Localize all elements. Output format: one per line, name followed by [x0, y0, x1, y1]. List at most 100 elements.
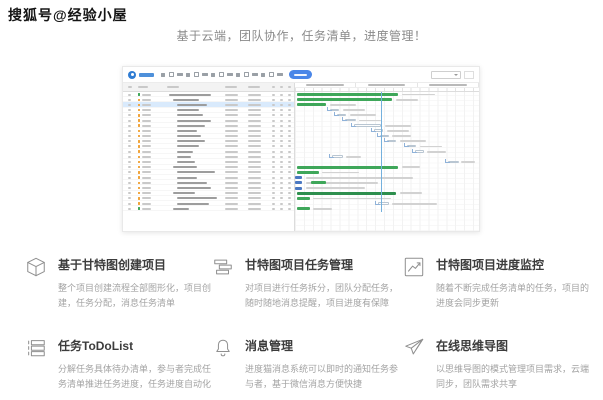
gantt-bar [415, 150, 424, 153]
toolbar-icon [186, 73, 190, 77]
gantt-bar [295, 176, 302, 179]
cube-icon [25, 256, 47, 278]
gantt-bar-label [322, 172, 359, 174]
toolbar-icon [177, 73, 183, 77]
gantt-bar-label [387, 130, 409, 132]
gantt-days-row [295, 87, 479, 92]
toolbar-icon [202, 73, 208, 77]
gantt-bar [332, 155, 343, 158]
feature-title: 消息管理 [245, 337, 389, 354]
gantt-bar-label [400, 192, 422, 194]
toolbar-field [464, 71, 474, 79]
gantt-bar-label [346, 156, 361, 158]
view-select [431, 71, 461, 79]
gantt-bar [297, 197, 310, 200]
gantt-bar-label [396, 99, 418, 101]
gantt-bar [354, 124, 382, 127]
gantt-bar-label [313, 208, 331, 210]
feature-desc: 以思维导图的模式管理项目需求，云端同步，团队需求共享 [436, 362, 589, 392]
toolbar-icons [161, 72, 283, 77]
toolbar-right [431, 71, 474, 79]
toolbar-icon [269, 72, 274, 77]
feature-title: 基于甘特图创建项目 [58, 256, 198, 273]
watermark: 搜狐号@经验小屋 [8, 5, 128, 25]
gantt-bar-label [392, 203, 436, 205]
feature-card-progress-monitor: 甘特图项目进度监控 随着不断完成任务清单的任务，项目的进度会同步更新 [403, 256, 598, 311]
app-toolbar [123, 67, 479, 83]
toolbar-icon [161, 73, 165, 77]
app-content [123, 83, 479, 231]
gantt-timeline-header [295, 83, 479, 92]
feature-title: 任务ToDoList [58, 337, 198, 354]
app-screenshot [122, 66, 480, 232]
gantt-bar-label [402, 166, 420, 168]
gantt-bar-label [313, 198, 390, 200]
toolbar-icon [244, 72, 249, 77]
gantt-bar-label [306, 177, 413, 179]
feature-title: 甘特图项目进度监控 [436, 256, 584, 273]
feature-card-messages: 消息管理 进度猫消息系统可以即时的通知任务参与者，基于微信消息方便快捷 [212, 337, 403, 392]
gantt-bar [311, 181, 326, 184]
features-grid: 基于甘特图创建项目 整个项目创建流程全部图形化，项目创建，任务分配，消息任务清单… [25, 256, 598, 392]
gantt-bar-label [330, 182, 378, 184]
table-row [123, 206, 294, 211]
feature-desc: 对项目进行任务拆分，团队分配任务，随时随地消息提醒，项目进度有保障 [245, 281, 398, 311]
primary-action-button [289, 70, 312, 79]
gantt-bar [297, 93, 398, 96]
gantt-bar [407, 145, 416, 148]
gantt-bar [297, 98, 393, 101]
gantt-bar-label [420, 146, 442, 148]
toolbar-icon [194, 72, 199, 77]
gantt-bar [387, 140, 396, 143]
toolbar-icon [211, 73, 215, 77]
task-table-panel [123, 83, 295, 231]
gantt-bar [337, 114, 346, 117]
gantt-bar [297, 171, 319, 174]
feature-card-task-management: 甘特图项目任务管理 对项目进行任务拆分，团队分配任务，随时随地消息提醒，项目进度… [212, 256, 403, 311]
feature-desc: 分解任务具体待办清单，参与者完成任务清单推进任务进度，任务进度自动化 [58, 362, 211, 392]
gantt-bar-label [392, 135, 410, 137]
gantt-bars-icon [212, 256, 234, 278]
gantt-bar-label [350, 114, 376, 116]
feature-card-todolist: 任务ToDoList 分解任务具体待办清单，参与者完成任务清单推进任务进度，任务… [25, 337, 212, 392]
gantt-bar [295, 187, 302, 190]
gantt-bar-label [359, 120, 381, 122]
trend-chart-icon [403, 256, 425, 278]
paper-plane-icon [403, 337, 425, 359]
toolbar-icon [219, 72, 224, 77]
gantt-bar [378, 202, 389, 205]
feature-desc: 整个项目创建流程全部图形化，项目创建，任务分配，消息任务清单 [58, 281, 211, 311]
gantt-body [295, 92, 479, 231]
gantt-bar [295, 181, 302, 184]
gantt-bar-label [385, 125, 411, 127]
today-line [381, 92, 382, 212]
app-logo-text [139, 73, 154, 77]
table-header [123, 83, 294, 92]
toolbar-icon [227, 73, 233, 77]
feature-card-mindmap: 在线思维导图 以思维导图的模式管理项目需求，云端同步，团队需求共享 [403, 337, 598, 392]
toolbar-icon [277, 73, 283, 77]
gantt-bar-label [427, 151, 445, 153]
toolbar-icon [169, 72, 174, 77]
toolbar-icon [252, 73, 258, 77]
gantt-bar-label [402, 94, 435, 96]
gantt-bar [448, 161, 459, 164]
gantt-panel [295, 83, 479, 231]
bell-icon [212, 337, 234, 359]
gantt-bar-label [306, 187, 365, 189]
feature-card-create-project: 基于甘特图创建项目 整个项目创建流程全部图形化，项目创建，任务分配，消息任务清单 [25, 256, 212, 311]
gantt-bar-label [461, 161, 476, 163]
gantt-bar-label [330, 104, 356, 106]
feature-title: 甘特图项目任务管理 [245, 256, 389, 273]
feature-title: 在线思维导图 [436, 337, 584, 354]
gantt-bar [297, 103, 326, 106]
table-body [123, 92, 294, 211]
gantt-bar [297, 207, 310, 210]
page-tagline: 基于云端，团队协作，任务清单，进度管理！ [0, 27, 603, 44]
gantt-bar-label [343, 109, 365, 111]
app-logo-icon [128, 71, 136, 79]
gantt-bar [345, 119, 356, 122]
todo-list-icon [25, 337, 47, 359]
feature-desc: 随着不断完成任务清单的任务，项目的进度会同步更新 [436, 281, 589, 311]
gantt-bar-label [400, 140, 426, 142]
